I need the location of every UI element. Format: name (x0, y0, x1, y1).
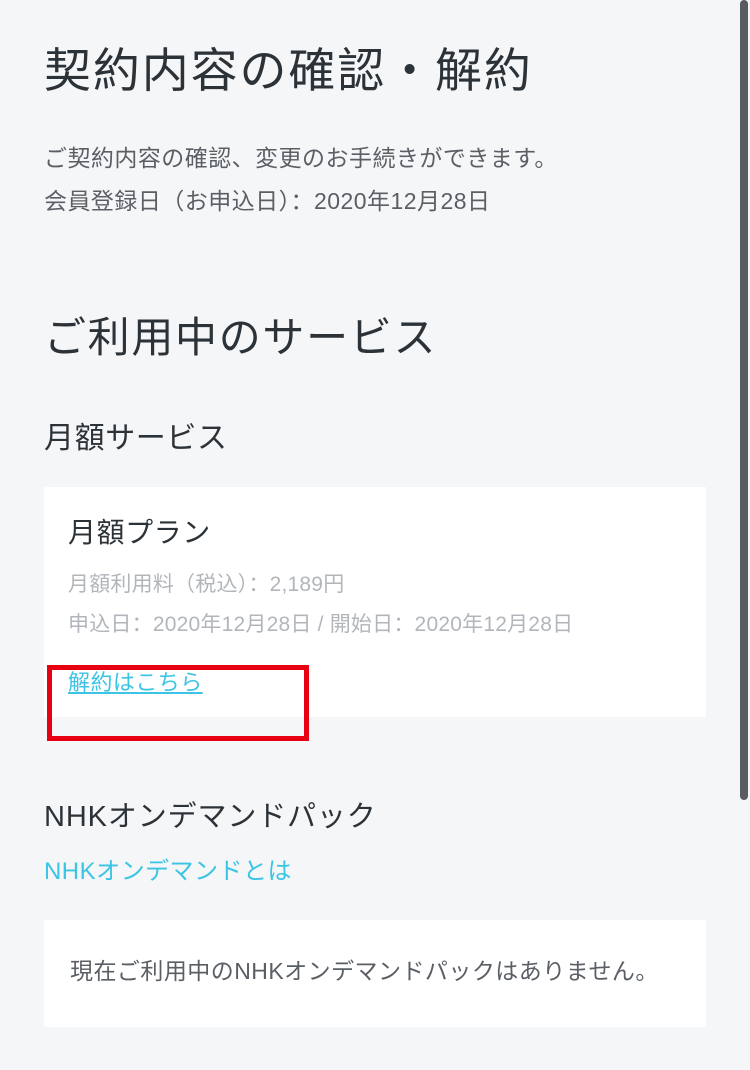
monthly-plan-card: 月額プラン 月額利用料（税込）：2,189円 申込日：2020年12月28日 /… (44, 487, 706, 716)
nhk-subheading: NHKオンデマンドパック (44, 793, 706, 835)
intro-line-1: ご契約内容の確認、変更のお手続きができます。 (44, 137, 706, 180)
cancel-link[interactable]: 解約はこちら (68, 665, 203, 697)
plan-dates: 申込日：2020年12月28日 / 開始日：2020年12月28日 (68, 607, 682, 643)
nhk-card: 現在ご利用中のNHKオンデマンドパックはありません。 (44, 920, 706, 1028)
nhk-section: NHKオンデマンドパック NHKオンデマンドとは 現在ご利用中のNHKオンデマン… (44, 793, 706, 1028)
page-title: 契約内容の確認・解約 (44, 40, 706, 101)
plan-fee: 月額利用料（税込）：2,189円 (68, 567, 682, 603)
intro-text: ご契約内容の確認、変更のお手続きができます。 会員登録日（お申込日）：2020年… (44, 137, 706, 222)
nhk-empty-message: 現在ご利用中のNHKオンデマンドパックはありません。 (70, 950, 680, 994)
intro-line-2: 会員登録日（お申込日）：2020年12月28日 (44, 180, 706, 223)
monthly-card-wrapper: 月額プラン 月額利用料（税込）：2,189円 申込日：2020年12月28日 /… (44, 487, 706, 716)
plan-name: 月額プラン (68, 511, 682, 551)
main-container: 契約内容の確認・解約 ご契約内容の確認、変更のお手続きができます。 会員登録日（… (0, 0, 750, 1027)
monthly-subheading: 月額サービス (44, 413, 706, 457)
nhk-about-link[interactable]: NHKオンデマンドとは (44, 851, 292, 886)
scrollbar[interactable] (740, 0, 748, 800)
services-heading: ご利用中のサービス (44, 304, 706, 365)
